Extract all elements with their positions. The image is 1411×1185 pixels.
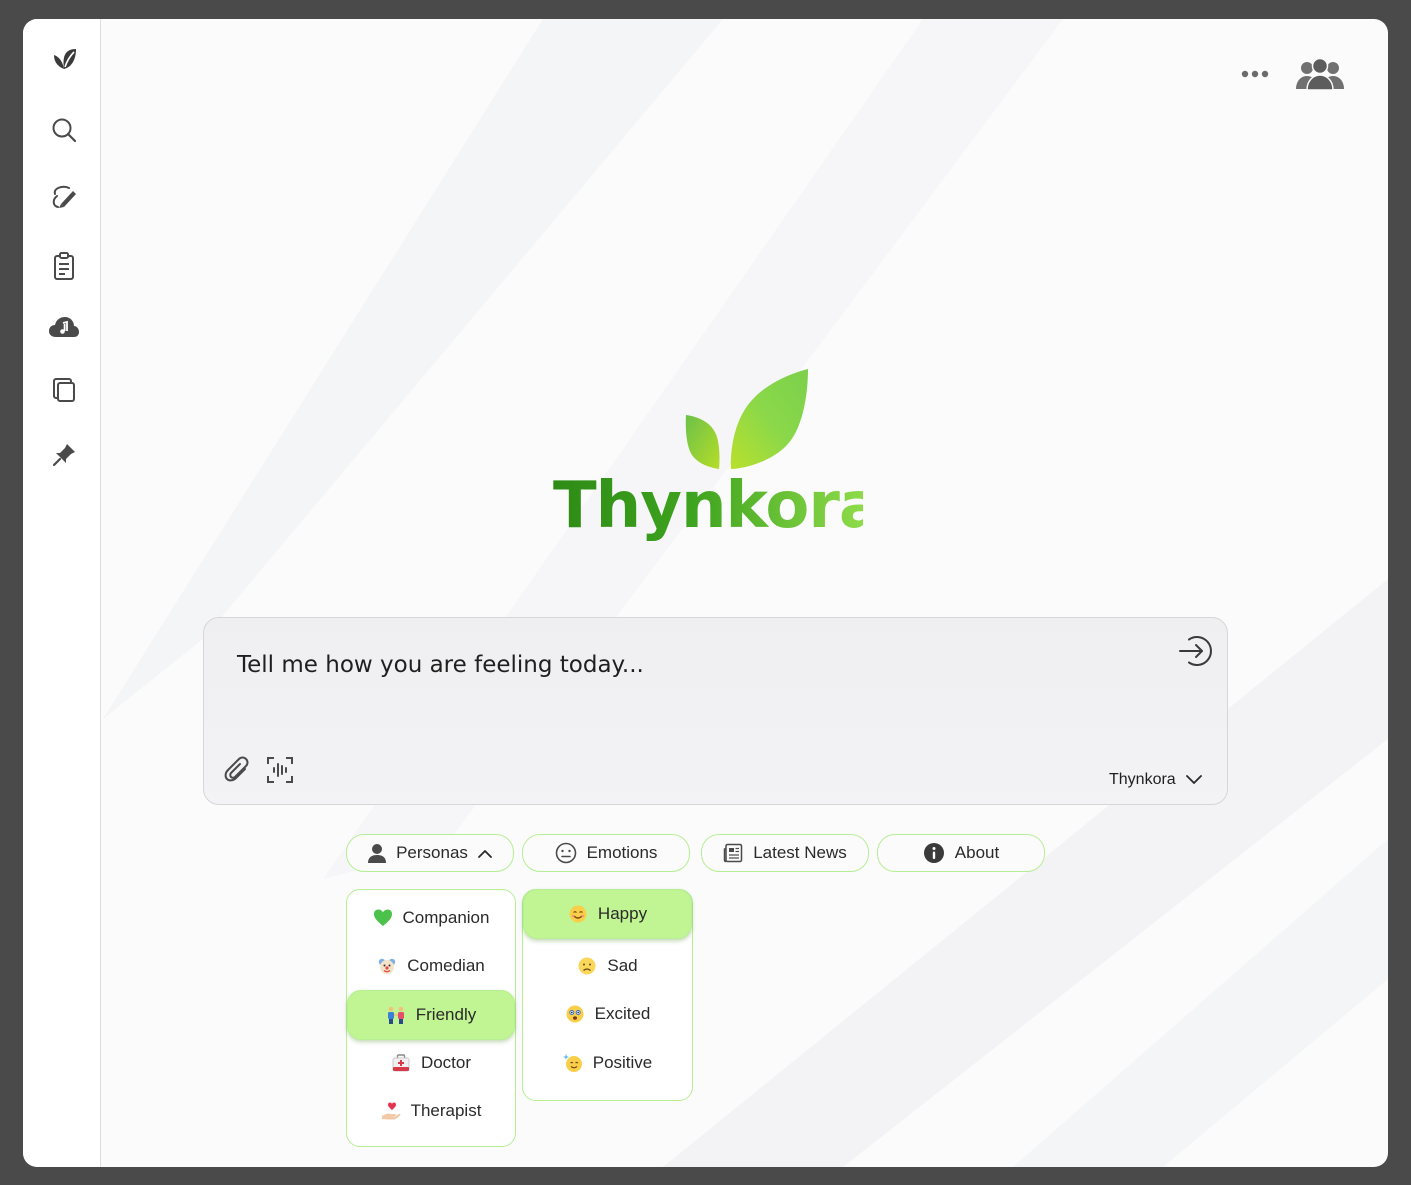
persona-label: Doctor — [420, 1053, 472, 1072]
cloud-music-icon — [49, 317, 79, 337]
sidebar-item-music[interactable] — [45, 309, 83, 347]
leaf-icon — [54, 49, 76, 69]
brush-icon — [52, 185, 76, 208]
people-holding-hands-icon — [387, 1006, 404, 1024]
chevron-down-icon — [1185, 775, 1202, 784]
persona-label: Friendly — [415, 1005, 477, 1024]
model-label: Thynkora — [1109, 771, 1176, 788]
voice-scan-button[interactable] — [266, 756, 294, 784]
about-button[interactable]: About — [877, 834, 1045, 872]
personas-label: Personas — [396, 843, 468, 862]
users-icon — [1296, 57, 1344, 91]
sidebar-item-notes[interactable] — [45, 247, 83, 285]
emotion-excited[interactable]: Excited — [523, 990, 692, 1038]
emotion-sad[interactable]: Sad — [523, 942, 692, 990]
clown-face-icon — [379, 958, 396, 974]
sidebar — [23, 19, 101, 1167]
happy-face-icon — [569, 905, 587, 923]
send-button[interactable] — [1176, 632, 1214, 670]
emotion-label: Positive — [592, 1053, 653, 1072]
users-button[interactable] — [1295, 55, 1345, 93]
send-arrow-icon — [1179, 636, 1212, 666]
emotion-label: Sad — [607, 956, 638, 975]
more-options-button[interactable] — [1237, 63, 1273, 85]
personas-menu: Companion Comedian Friendly Doctor Thera… — [346, 889, 516, 1147]
sad-face-icon — [578, 957, 596, 975]
emotion-label: Happy — [597, 904, 648, 923]
green-heart-icon — [373, 909, 392, 926]
latest-news-label: Latest News — [753, 843, 847, 862]
info-icon — [923, 843, 944, 863]
sidebar-item-draw[interactable] — [45, 178, 83, 216]
sidebar-item-pinned[interactable] — [45, 436, 83, 474]
persona-doctor[interactable]: Doctor — [347, 1039, 515, 1087]
attach-button[interactable] — [224, 756, 252, 786]
paperclip-icon — [224, 756, 249, 782]
emotions-menu: Happy Sad Excited Positive — [522, 889, 693, 1101]
clipboard-icon — [54, 252, 74, 280]
sidebar-item-library[interactable] — [45, 370, 83, 408]
latest-news-button[interactable]: Latest News — [701, 834, 869, 872]
sparkle-face-icon — [562, 1054, 582, 1072]
voice-scan-icon — [267, 757, 293, 783]
prompt-box: Tell me how you are feeling today... Thy… — [203, 617, 1228, 805]
search-icon — [52, 118, 77, 143]
personas-button[interactable]: Personas — [346, 834, 514, 872]
persona-friendly[interactable]: Friendly — [347, 990, 515, 1040]
background-pattern — [103, 19, 1388, 1167]
sidebar-item-home[interactable] — [45, 40, 83, 78]
persona-label: Companion — [402, 908, 490, 927]
medical-kit-icon — [392, 1054, 410, 1072]
emotions-label: Emotions — [586, 843, 658, 862]
model-selector[interactable]: Thynkora — [1109, 769, 1202, 791]
about-label: About — [954, 843, 1000, 862]
emotion-positive[interactable]: Positive — [523, 1039, 692, 1087]
emotion-label: Excited — [594, 1004, 651, 1023]
more-horizontal-icon — [1241, 70, 1269, 78]
sidebar-item-search[interactable] — [45, 111, 83, 149]
user-icon — [368, 844, 387, 863]
emotion-happy[interactable]: Happy — [523, 889, 692, 939]
prompt-input[interactable]: Tell me how you are feeling today... — [237, 652, 644, 678]
persona-comedian[interactable]: Comedian — [347, 942, 515, 990]
persona-label: Therapist — [410, 1101, 482, 1120]
chevron-up-icon — [478, 849, 492, 858]
persona-label: Comedian — [407, 956, 485, 975]
excited-face-icon — [566, 1005, 584, 1023]
smiley-icon — [555, 842, 576, 864]
pin-icon — [52, 444, 75, 467]
copy-icon — [53, 378, 75, 402]
newspaper-icon — [723, 843, 743, 863]
emotions-button[interactable]: Emotions — [522, 834, 690, 872]
app-window: Thynkora Tell me how you are feeling tod… — [23, 19, 1388, 1167]
brand-title: Thynkora — [553, 469, 882, 543]
hand-heart-icon — [381, 1102, 400, 1120]
persona-companion[interactable]: Companion — [347, 894, 515, 942]
persona-therapist[interactable]: Therapist — [347, 1087, 515, 1135]
